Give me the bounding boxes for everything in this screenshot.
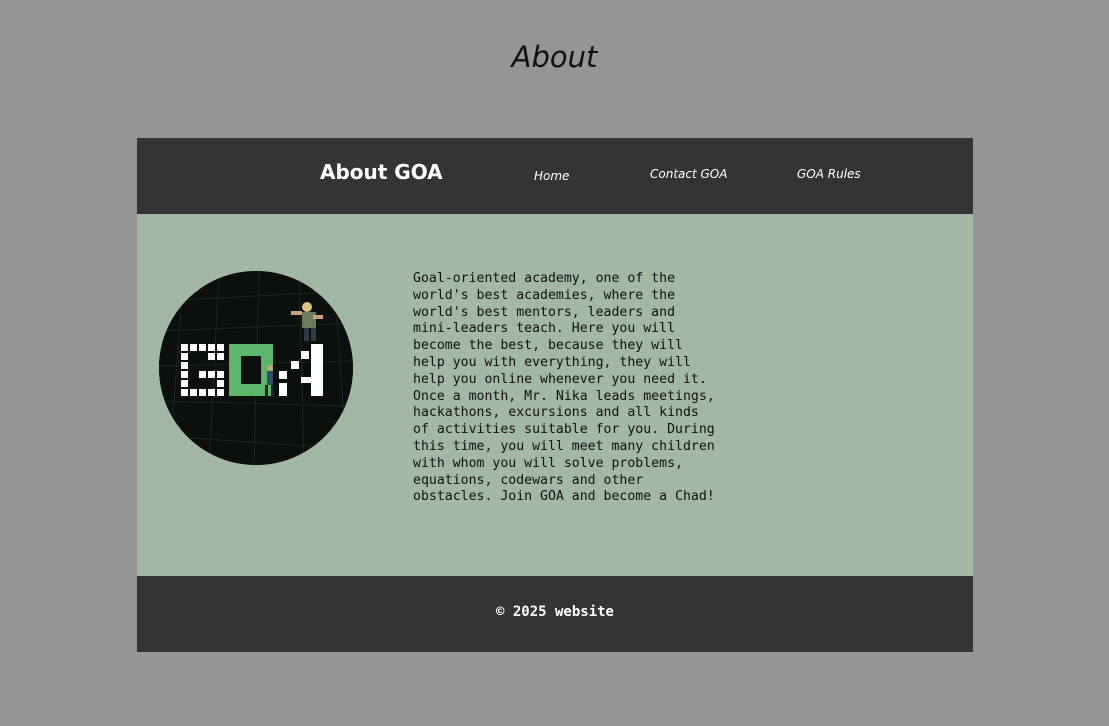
page-title: About: [511, 40, 598, 74]
nav-link-rules[interactable]: GOA Rules: [797, 167, 861, 181]
main-content: Goal-oriented academy, one of the world'…: [137, 214, 973, 576]
copyright-text: © 2025 website: [495, 604, 614, 620]
site-frame: About GOA Home Contact GOA GOA Rules Goa…: [137, 138, 973, 652]
navbar: About GOA Home Contact GOA GOA Rules: [137, 138, 973, 214]
nav-link-contact[interactable]: Contact GOA: [650, 167, 727, 181]
footer: © 2025 website: [137, 576, 973, 652]
nav-link-home[interactable]: Home: [534, 169, 569, 183]
goa-logo-icon: [159, 271, 353, 465]
brand-title: About GOA: [320, 160, 443, 184]
about-text: Goal-oriented academy, one of the world'…: [413, 271, 715, 505]
goa-logo: [159, 271, 353, 465]
